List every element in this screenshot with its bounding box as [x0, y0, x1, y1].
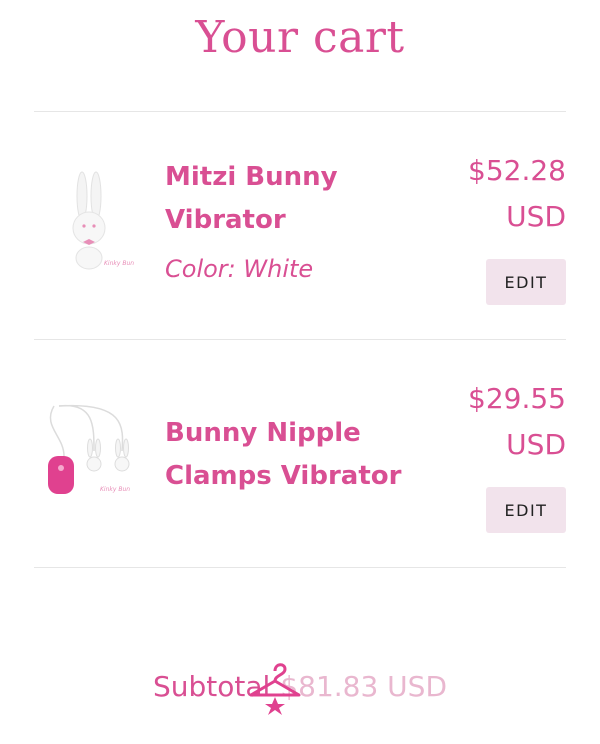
cart-item: Kinky Bun Mitzi Bunny Vibrator Color: Wh…	[34, 140, 566, 320]
product-image[interactable]: Kinky Bun	[34, 396, 144, 510]
svg-text:Kinky Bun: Kinky Bun	[104, 260, 134, 267]
price-amount: $52.28	[468, 154, 566, 187]
price-currency: USD	[506, 428, 566, 461]
svg-text:Kinky Bun: Kinky Bun	[100, 486, 130, 493]
edit-button[interactable]: EDIT	[486, 487, 566, 533]
product-name[interactable]: Bunny Nipple Clamps Vibrator	[165, 412, 415, 498]
edit-button[interactable]: EDIT	[486, 259, 566, 305]
hanger-watermark-icon	[247, 657, 303, 721]
product-name-line: Mitzi Bunny	[165, 162, 338, 192]
product-name-line: Vibrator	[165, 205, 286, 235]
price-amount: $29.55	[468, 382, 566, 415]
divider	[34, 111, 566, 112]
product-price: $29.55 USD	[416, 376, 566, 468]
product-image[interactable]: Kinky Bun	[34, 168, 144, 282]
price-currency: USD	[506, 200, 566, 233]
divider	[34, 339, 566, 340]
product-name-line: Bunny Nipple	[165, 418, 361, 448]
cart-item: Kinky Bun Bunny Nipple Clamps Vibrator $…	[34, 368, 566, 548]
divider	[34, 567, 566, 568]
product-name[interactable]: Mitzi Bunny Vibrator	[165, 156, 415, 242]
product-name-line: Clamps Vibrator	[165, 461, 402, 491]
bunny-vibrator-icon: Kinky Bun	[72, 171, 134, 270]
bunny-nipple-clamps-icon: Kinky Bun	[48, 404, 130, 494]
page-title: Your cart	[195, 12, 405, 63]
product-price: $52.28 USD	[416, 148, 566, 240]
product-variant: Color: White	[165, 255, 314, 283]
subtotal-amount: $81.83 USD	[280, 670, 448, 703]
